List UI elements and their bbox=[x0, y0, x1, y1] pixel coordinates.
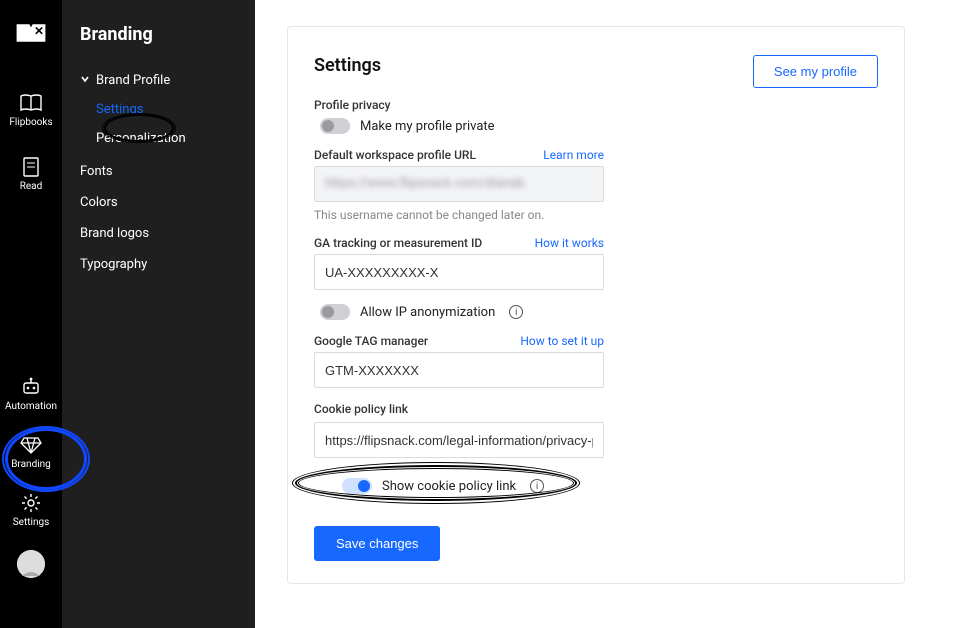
book-icon bbox=[19, 92, 43, 114]
group-label: Brand Profile bbox=[96, 73, 170, 88]
gtm-input[interactable] bbox=[314, 352, 604, 388]
rail-label: Branding bbox=[11, 459, 51, 470]
gear-icon bbox=[21, 492, 41, 514]
diamond-icon bbox=[20, 434, 42, 456]
learn-more-link[interactable]: Learn more bbox=[543, 148, 604, 162]
panel-title: Settings bbox=[314, 55, 381, 76]
rail-item-read[interactable]: Read bbox=[0, 156, 62, 192]
sidebar-title: Branding bbox=[80, 24, 237, 45]
cookie-policy-input[interactable] bbox=[314, 422, 604, 458]
avatar[interactable] bbox=[17, 550, 45, 578]
show-cookie-policy-label: Show cookie policy link bbox=[382, 479, 516, 494]
settings-panel: Settings See my profile Profile privacy … bbox=[287, 26, 905, 584]
rail-item-flipbooks[interactable]: Flipbooks bbox=[0, 92, 62, 128]
workspace-url-input: https://www.flipsnack.com/dianab bbox=[314, 166, 604, 202]
profile-privacy-toggle-label: Make my profile private bbox=[360, 119, 495, 134]
rail-label: Flipbooks bbox=[9, 117, 52, 128]
sidebar-item-fonts[interactable]: Fonts bbox=[80, 164, 237, 179]
page-icon bbox=[22, 156, 40, 178]
sidebar-item-colors[interactable]: Colors bbox=[80, 195, 237, 210]
cookie-policy-label: Cookie policy link bbox=[314, 402, 878, 416]
save-changes-button[interactable]: Save changes bbox=[314, 526, 440, 561]
workspace-url-label: Default workspace profile URL bbox=[314, 148, 476, 162]
rail-item-settings[interactable]: Settings bbox=[0, 492, 62, 528]
app-logo bbox=[15, 22, 47, 44]
gtm-label: Google TAG manager bbox=[314, 334, 428, 348]
workspace-url-hint: This username cannot be changed later on… bbox=[314, 208, 878, 222]
info-icon[interactable]: i bbox=[509, 305, 523, 319]
sidebar: Branding Brand Profile Settings Personal… bbox=[62, 0, 255, 628]
nav-rail: Flipbooks Read Automation Branding bbox=[0, 0, 62, 628]
sidebar-item-typography[interactable]: Typography bbox=[80, 257, 237, 272]
ga-tracking-input[interactable] bbox=[314, 254, 604, 290]
rail-item-branding[interactable]: Branding bbox=[0, 434, 62, 470]
see-my-profile-button[interactable]: See my profile bbox=[753, 55, 878, 88]
sidebar-item-brand-logos[interactable]: Brand logos bbox=[80, 226, 237, 241]
info-icon[interactable]: i bbox=[530, 479, 544, 493]
rail-item-automation[interactable]: Automation bbox=[0, 376, 62, 412]
rail-label: Settings bbox=[13, 517, 50, 528]
how-it-works-link[interactable]: How it works bbox=[535, 236, 604, 250]
ga-tracking-label: GA tracking or measurement ID bbox=[314, 236, 482, 250]
ip-anonymization-toggle[interactable] bbox=[320, 304, 350, 320]
robot-icon bbox=[20, 376, 42, 398]
rail-label: Read bbox=[20, 181, 43, 192]
rail-label: Automation bbox=[5, 401, 57, 412]
how-to-set-it-up-link[interactable]: How to set it up bbox=[520, 334, 604, 348]
profile-privacy-toggle[interactable] bbox=[320, 118, 350, 134]
sidebar-group-brand-profile[interactable]: Brand Profile bbox=[80, 73, 237, 88]
sidebar-item-settings[interactable]: Settings bbox=[96, 102, 237, 117]
profile-privacy-label: Profile privacy bbox=[314, 98, 878, 112]
ip-anonymization-label: Allow IP anonymization bbox=[360, 305, 495, 320]
show-cookie-policy-toggle[interactable] bbox=[342, 478, 372, 494]
sidebar-item-personalization[interactable]: Personalization bbox=[96, 131, 237, 146]
main-content: Settings See my profile Profile privacy … bbox=[255, 0, 960, 628]
chevron-down-icon bbox=[80, 73, 90, 88]
